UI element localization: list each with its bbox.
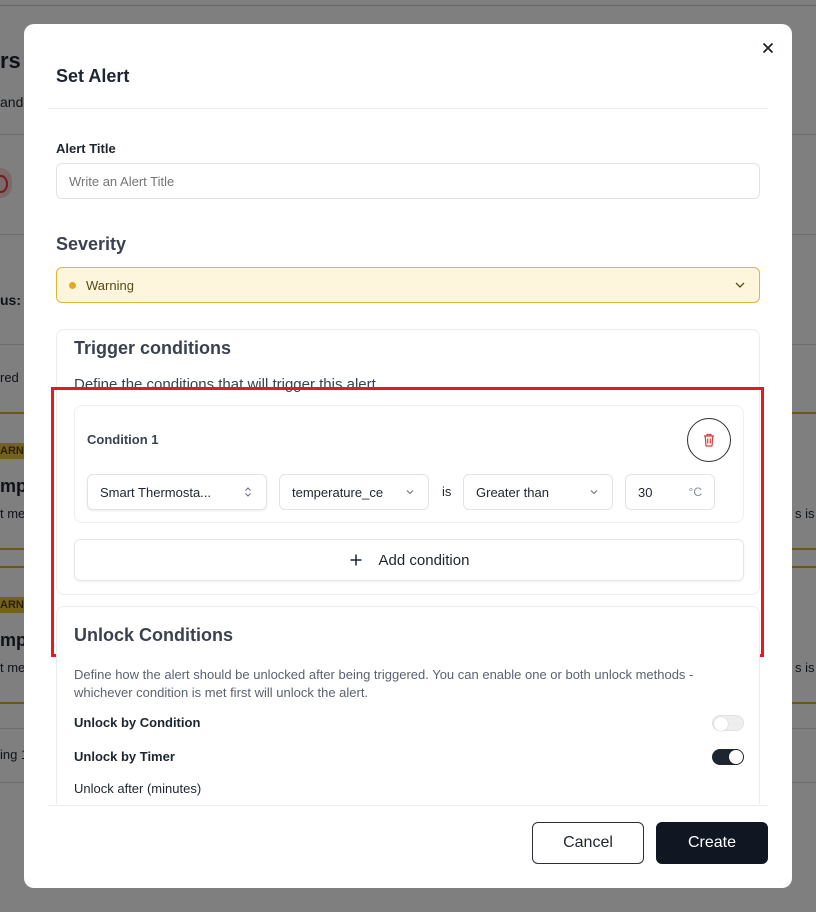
threshold-value: 30 (638, 484, 653, 500)
alert-title-label: Alert Title (56, 141, 116, 156)
dialog-title: Set Alert (56, 66, 130, 86)
chevron-down-icon (590, 490, 598, 495)
device-value: Smart Thermosta... (100, 484, 212, 500)
unlock-by-timer-label: Unlock by Timer (74, 749, 175, 764)
create-button[interactable]: Create (656, 822, 768, 864)
dialog-body[interactable]: Alert Title Severity Warning Trigger con… (24, 109, 792, 804)
cancel-button[interactable]: Cancel (532, 822, 644, 864)
chevron-updown-icon (245, 487, 251, 497)
unlock-by-condition-toggle[interactable] (712, 715, 744, 731)
condition-label: Condition 1 (87, 432, 159, 447)
threshold-input[interactable]: 30 °C (625, 474, 715, 510)
unlock-description: Define how the alert should be unlocked … (74, 667, 694, 700)
unlock-by-timer-toggle[interactable] (712, 749, 744, 765)
trash-icon (704, 433, 714, 447)
connector-text: is (442, 484, 452, 499)
close-icon (763, 43, 773, 53)
delete-condition-button[interactable] (687, 418, 731, 462)
unlock-conditions-card: Unlock Conditions Define how the alert s… (56, 606, 760, 804)
footer-divider (48, 805, 768, 806)
trigger-conditions-card: Trigger conditions Define the conditions… (56, 329, 760, 595)
severity-dot (69, 281, 76, 289)
add-condition-label: Add condition (378, 551, 470, 569)
close-button[interactable] (758, 38, 778, 58)
chevron-down-icon (406, 490, 414, 495)
device-select[interactable]: Smart Thermosta... (87, 474, 267, 510)
severity-value: Warning (86, 277, 134, 293)
condition-row: Condition 1 Smart Thermosta... temperatu… (74, 405, 744, 523)
toggle-knob (729, 750, 743, 764)
operator-select[interactable]: Greater than (463, 474, 613, 510)
unlock-title: Unlock Conditions (74, 625, 233, 645)
toggle-knob (714, 717, 728, 731)
set-alert-dialog: Set Alert Alert Title Severity Warning T… (24, 24, 792, 888)
severity-label: Severity (56, 234, 127, 254)
metric-value: temperature_ce (292, 484, 384, 500)
unlock-by-condition-label: Unlock by Condition (74, 715, 201, 730)
alert-title-input[interactable] (56, 163, 760, 199)
trigger-title: Trigger conditions (74, 338, 232, 358)
metric-select[interactable]: temperature_ce (279, 474, 429, 510)
chevron-down-icon (735, 282, 745, 288)
add-condition-button[interactable]: Add condition (74, 539, 744, 581)
unit-label: °C (688, 485, 702, 499)
trigger-description: Define the conditions that will trigger … (74, 376, 376, 393)
unlock-minutes-label: Unlock after (minutes) (74, 781, 202, 796)
plus-icon (350, 554, 362, 566)
operator-value: Greater than (476, 484, 549, 500)
severity-select[interactable]: Warning (56, 267, 760, 303)
